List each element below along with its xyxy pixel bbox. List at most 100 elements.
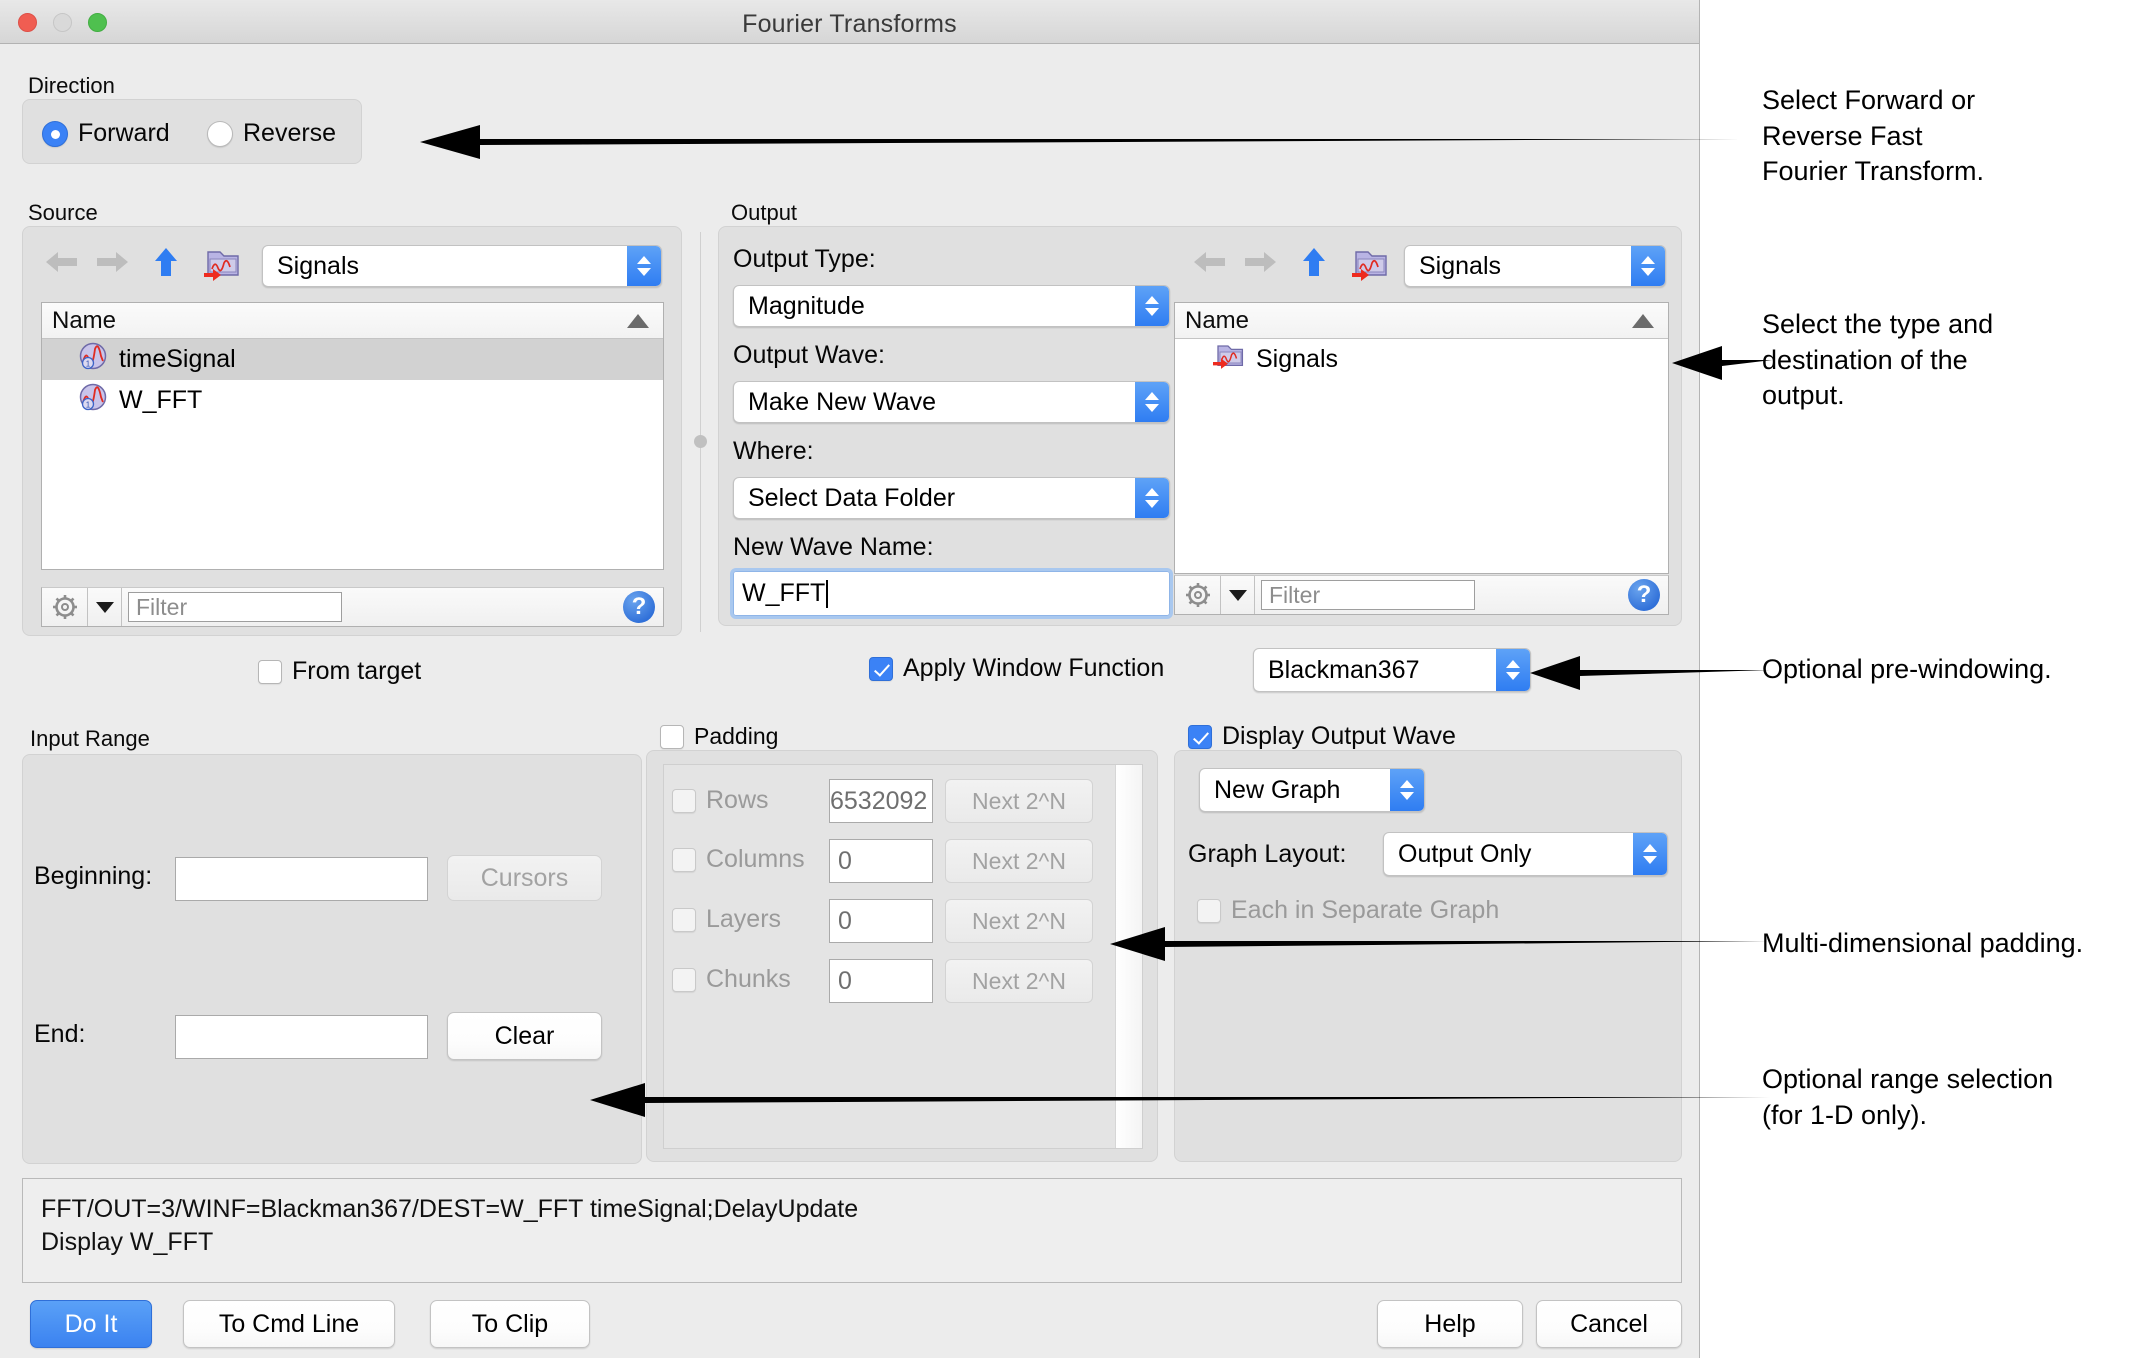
padding-columns-checkbox[interactable]: Columns — [672, 845, 805, 874]
output-listbox[interactable]: Name Signals — [1174, 302, 1669, 574]
forward-arrow-icon[interactable] — [1240, 245, 1280, 279]
padding-rows-next2n-button[interactable]: Next 2^N — [945, 779, 1093, 823]
beginning-input[interactable] — [175, 857, 428, 901]
panel-splitter-handle[interactable] — [694, 435, 707, 448]
apply-window-function-checkbox-box[interactable] — [869, 656, 893, 681]
screenshot-root: Fourier Transforms Direction Forward Rev… — [0, 0, 2141, 1358]
padding-columns-input[interactable]: 0 — [829, 839, 933, 883]
padding-rows-checkbox-box[interactable] — [672, 788, 696, 813]
radio-reverse-indicator[interactable] — [207, 120, 233, 147]
cursors-button[interactable]: Cursors — [447, 855, 602, 901]
annotation-arrow-output — [1672, 346, 1772, 380]
output-filterbar: Filter ? — [1174, 575, 1669, 615]
display-output-wave-label: Display Output Wave — [1222, 722, 1456, 750]
from-target-checkbox-box[interactable] — [258, 659, 282, 684]
new-wave-name-input[interactable]: W_FFT — [730, 568, 1173, 619]
list-item[interactable]: Signals — [1175, 339, 1668, 380]
display-output-wave-checkbox[interactable]: Display Output Wave — [1188, 722, 1456, 751]
padding-chunks-checkbox-box[interactable] — [672, 967, 696, 992]
radio-forward[interactable]: Forward — [42, 119, 170, 148]
chevron-down-icon[interactable] — [1221, 576, 1255, 614]
command-preview-box[interactable]: FFT/OUT=3/WINF=Blackman367/DEST=W_FFT ti… — [22, 1178, 1682, 1283]
where-popup[interactable]: Select Data Folder — [733, 477, 1170, 519]
output-type-popup[interactable]: Magnitude — [733, 285, 1170, 327]
source-filterbar: Filter ? — [41, 587, 664, 627]
output-list-column-name: Name — [1185, 306, 1250, 334]
cancel-button[interactable]: Cancel — [1536, 1300, 1682, 1348]
end-input[interactable] — [175, 1015, 428, 1059]
where-label: Where: — [733, 437, 814, 465]
padding-layers-checkbox[interactable]: Layers — [672, 905, 781, 934]
display-target-chevrons[interactable] — [1390, 769, 1424, 811]
radio-forward-indicator[interactable] — [42, 120, 68, 147]
gear-icon[interactable] — [42, 588, 88, 626]
list-item[interactable]: 1 timeSignal — [42, 339, 663, 380]
up-arrow-icon[interactable] — [146, 245, 186, 279]
help-icon[interactable]: ? — [1628, 579, 1660, 611]
padding-checkbox-box[interactable] — [660, 724, 684, 749]
output-list-header[interactable]: Name — [1175, 303, 1668, 339]
output-filter-input[interactable]: Filter — [1261, 580, 1475, 610]
padding-columns-next2n-button[interactable]: Next 2^N — [945, 839, 1093, 883]
data-folder-icon[interactable] — [1348, 245, 1394, 281]
annotation-direction: Select Forward or Reverse Fast Fourier T… — [1762, 85, 1985, 187]
svg-text:1: 1 — [86, 359, 91, 368]
padding-checkbox[interactable]: Padding — [660, 723, 778, 750]
padding-chunks-input[interactable]: 0 — [829, 959, 933, 1003]
do-it-button[interactable]: Do It — [30, 1300, 152, 1348]
help-button[interactable]: Help — [1377, 1300, 1523, 1348]
padding-layers-checkbox-box[interactable] — [672, 907, 696, 932]
to-cmd-line-button[interactable]: To Cmd Line — [183, 1300, 395, 1348]
graph-layout-popup[interactable]: Output Only — [1383, 832, 1668, 876]
source-path-value: Signals — [277, 251, 359, 280]
output-path-popup[interactable]: Signals — [1404, 245, 1666, 287]
sort-ascending-icon[interactable] — [1632, 314, 1654, 328]
padding-layers-next2n-button[interactable]: Next 2^N — [945, 899, 1093, 943]
graph-layout-chevrons[interactable] — [1633, 833, 1667, 875]
output-wave-popup[interactable]: Make New Wave — [733, 381, 1170, 423]
to-clip-button[interactable]: To Clip — [430, 1300, 590, 1348]
svg-text:1: 1 — [86, 400, 91, 409]
window-function-popup[interactable]: Blackman367 — [1253, 648, 1531, 692]
output-wave-chevrons[interactable] — [1135, 382, 1169, 422]
new-wave-name-value: W_FFT — [742, 579, 826, 607]
back-arrow-icon[interactable] — [1190, 245, 1230, 279]
clear-button[interactable]: Clear — [447, 1012, 602, 1060]
help-icon[interactable]: ? — [623, 591, 655, 623]
padding-layers-input[interactable]: 0 — [829, 899, 933, 943]
gear-icon[interactable] — [1175, 576, 1221, 614]
padding-rows-input[interactable]: 6532092 — [829, 779, 933, 823]
padding-columns-checkbox-box[interactable] — [672, 847, 696, 872]
display-target-popup[interactable]: New Graph — [1199, 768, 1425, 812]
sort-ascending-icon[interactable] — [627, 314, 649, 328]
from-target-checkbox[interactable]: From target — [258, 657, 421, 686]
source-list-header[interactable]: Name — [42, 303, 663, 339]
window-titlebar: Fourier Transforms — [0, 0, 1699, 44]
source-listbox[interactable]: Name 1 timeSignal 1 W_FFT — [41, 302, 664, 570]
output-type-chevrons[interactable] — [1135, 286, 1169, 326]
data-folder-icon[interactable] — [200, 245, 246, 281]
forward-arrow-icon[interactable] — [92, 245, 132, 279]
padding-chunks-next2n-button[interactable]: Next 2^N — [945, 959, 1093, 1003]
output-path-chevrons[interactable] — [1631, 246, 1665, 286]
radio-reverse[interactable]: Reverse — [207, 119, 336, 148]
end-label: End: — [34, 1020, 86, 1048]
source-path-popup[interactable]: Signals — [262, 245, 662, 287]
direction-group-label: Direction — [28, 73, 115, 98]
padding-rows-checkbox[interactable]: Rows — [672, 786, 769, 815]
padding-chunks-checkbox[interactable]: Chunks — [672, 965, 791, 994]
graph-layout-value: Output Only — [1398, 839, 1532, 868]
list-item[interactable]: 1 W_FFT — [42, 380, 663, 421]
apply-window-function-checkbox[interactable]: Apply Window Function — [869, 654, 1164, 683]
source-path-chevrons[interactable] — [627, 246, 661, 286]
panel-splitter-line — [700, 232, 701, 632]
up-arrow-icon[interactable] — [1294, 245, 1334, 279]
window-function-chevrons[interactable] — [1496, 649, 1530, 691]
list-item-label: W_FFT — [119, 386, 203, 414]
chevron-down-icon[interactable] — [88, 588, 122, 626]
where-chevrons[interactable] — [1135, 478, 1169, 518]
annotation-arrow-direction — [420, 125, 1740, 159]
source-filter-input[interactable]: Filter — [128, 592, 342, 622]
display-output-wave-checkbox-box[interactable] — [1188, 724, 1212, 749]
back-arrow-icon[interactable] — [42, 245, 82, 279]
